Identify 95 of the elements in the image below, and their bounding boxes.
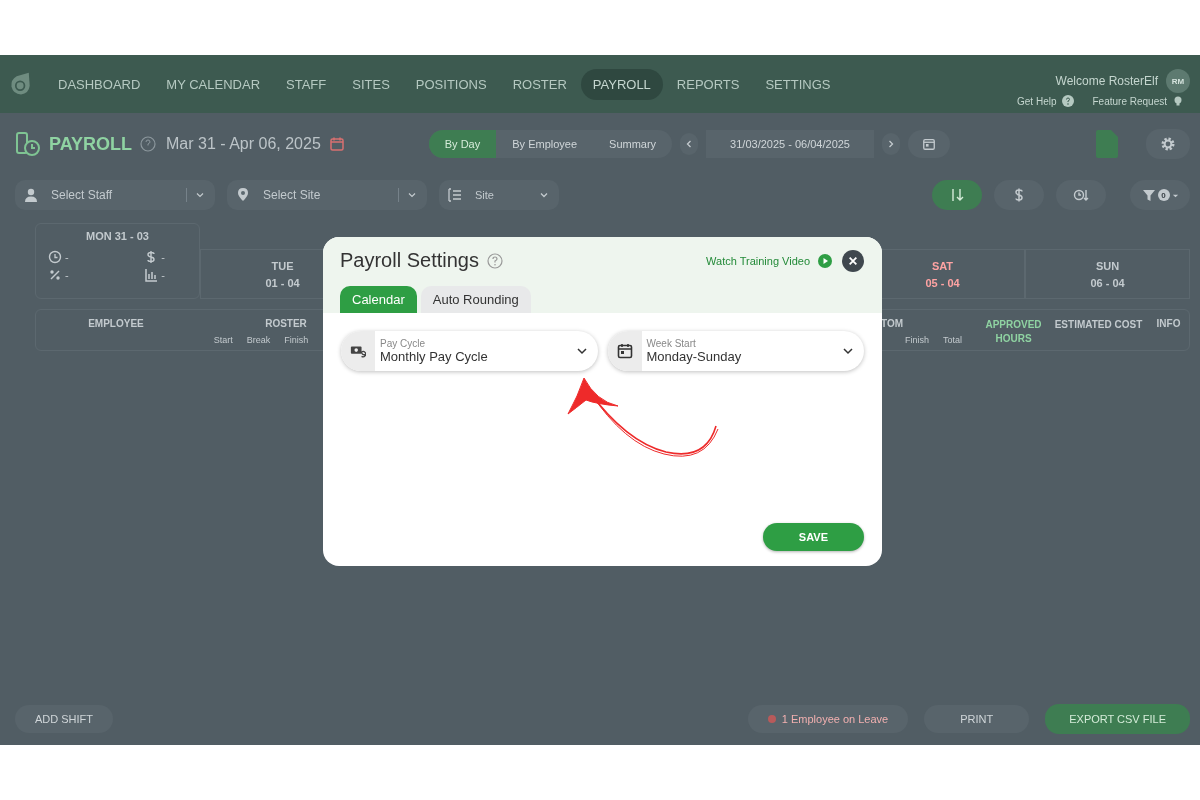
stat-value: - <box>161 269 165 281</box>
filter-icon <box>1141 188 1156 202</box>
day-date: 05 - 04 <box>925 276 960 289</box>
clock-sort-icon <box>1073 187 1089 203</box>
nav-item[interactable]: PAYROLL <box>580 68 663 100</box>
dialog-tab[interactable]: Calendar <box>340 286 417 313</box>
calendar-icon <box>616 343 633 359</box>
calendar-button[interactable] <box>908 130 950 158</box>
day-name: SAT <box>931 259 954 272</box>
day-name: SUN <box>1095 259 1120 272</box>
sub-column-header: Break <box>246 335 271 345</box>
filter-count-badge: 0 <box>1157 189 1170 201</box>
day-label: MON 31 - 03 <box>86 230 149 242</box>
add-shift-button[interactable]: ADD SHIFT <box>15 705 114 733</box>
view-tab[interactable]: Summary <box>593 130 673 158</box>
list-icon <box>447 187 463 203</box>
training-video-link[interactable]: Watch Training Video <box>706 254 810 267</box>
save-button[interactable]: SAVE <box>762 523 864 551</box>
play-icon[interactable] <box>818 253 832 268</box>
column-header: ESTIMATED COST <box>1053 318 1144 332</box>
chevron-down-icon <box>539 190 549 200</box>
employees-on-leave-button[interactable]: 1 Employee on Leave <box>747 705 909 733</box>
help-icon[interactable] <box>486 252 503 269</box>
day-date: 01 - 04 <box>265 276 300 289</box>
field-value: Monday-Sunday <box>646 349 743 364</box>
column-header: EMPLOYEE <box>87 318 145 329</box>
clock-icon <box>48 250 62 264</box>
location-pin-icon <box>235 187 251 203</box>
view-tab[interactable]: By Employee <box>496 130 594 158</box>
welcome-text: Welcome RosterElf <box>1055 74 1158 88</box>
print-button[interactable]: PRINT <box>924 705 1030 733</box>
filter-button[interactable]: 0 <box>1130 180 1190 210</box>
help-icon[interactable] <box>1061 95 1074 107</box>
time-sort-button[interactable] <box>1056 180 1106 210</box>
nav-item[interactable]: DASHBOARD <box>46 68 153 100</box>
column-header: INFO <box>1155 318 1182 329</box>
nav-item[interactable]: REPORTS <box>664 68 752 100</box>
stat-value: - <box>65 269 69 281</box>
chevron-down-icon <box>195 190 205 200</box>
site-select[interactable]: Select Site <box>227 180 427 210</box>
stat-value: - <box>161 251 165 263</box>
person-icon <box>23 187 39 203</box>
date-range-text: Mar 31 - Apr 06, 2025 <box>166 135 321 153</box>
column-header: ROSTER <box>265 318 307 329</box>
nav-item[interactable]: SETTINGS <box>753 68 843 100</box>
sub-column-header: Total <box>943 335 962 345</box>
group-by-select[interactable]: Site <box>439 180 559 210</box>
user-avatar[interactable]: RM <box>1166 69 1190 93</box>
dropdown-field[interactable]: Pay Cycle Monthly Pay Cycle <box>341 331 598 371</box>
calendar-icon[interactable] <box>328 136 345 152</box>
close-icon <box>848 255 858 266</box>
field-label: Week Start <box>646 338 697 349</box>
previous-button[interactable] <box>680 133 699 155</box>
dialog-tab[interactable]: Auto Rounding <box>420 286 531 313</box>
chevron-down-icon <box>407 190 417 200</box>
feature-request-link[interactable]: Feature Request <box>1092 95 1167 107</box>
payroll-icon <box>15 131 41 157</box>
nav-item[interactable]: STAFF <box>274 68 339 100</box>
dropdown-field[interactable]: Week Start Monday-Sunday <box>607 331 864 371</box>
cost-button[interactable] <box>994 180 1044 210</box>
page-title: PAYROLL <box>49 133 132 155</box>
stat-value: - <box>65 251 69 263</box>
chevron-down-icon <box>842 345 854 357</box>
calendar-icon <box>922 137 936 151</box>
date-range-field[interactable]: 31/03/2025 - 06/04/2025 <box>706 130 874 158</box>
lightbulb-icon[interactable] <box>1172 95 1184 107</box>
dialog-title: Payroll Settings <box>340 249 479 272</box>
sub-column-header: Finish <box>905 335 929 345</box>
export-csv-button[interactable]: EXPORT CSV FILE <box>1045 704 1190 734</box>
sub-column-header: Start <box>213 335 233 345</box>
nav-item[interactable]: MY CALENDAR <box>154 68 273 100</box>
help-link[interactable]: Get Help <box>1017 95 1057 107</box>
staff-select[interactable]: Select Staff <box>15 180 215 210</box>
chevron-right-icon <box>886 139 896 149</box>
next-button[interactable] <box>882 133 900 155</box>
nav-item[interactable]: ROSTER <box>500 68 579 100</box>
chevron-down-icon <box>575 345 588 357</box>
bar-chart-icon <box>144 268 159 282</box>
nav-item[interactable]: SITES <box>340 68 402 100</box>
field-label: Pay Cycle <box>380 338 426 349</box>
settings-icon <box>1160 136 1176 152</box>
day-date: 06 - 04 <box>1090 276 1125 289</box>
sub-column-header: Finish <box>284 335 309 345</box>
close-button[interactable] <box>842 249 864 272</box>
column-header: TOM <box>880 318 904 329</box>
column-header: APPROVED HOURS <box>984 318 1043 346</box>
day-name: TUE <box>271 259 294 272</box>
settings-button[interactable] <box>1146 129 1190 159</box>
sort-alphabetical-button[interactable] <box>932 180 982 210</box>
help-icon[interactable] <box>140 136 156 152</box>
field-value: Monthly Pay Cycle <box>380 349 489 364</box>
percent-icon <box>48 268 62 282</box>
view-tab[interactable]: By Day <box>428 130 497 158</box>
sort-icon <box>949 187 965 203</box>
nav-item[interactable]: POSITIONS <box>403 68 499 100</box>
